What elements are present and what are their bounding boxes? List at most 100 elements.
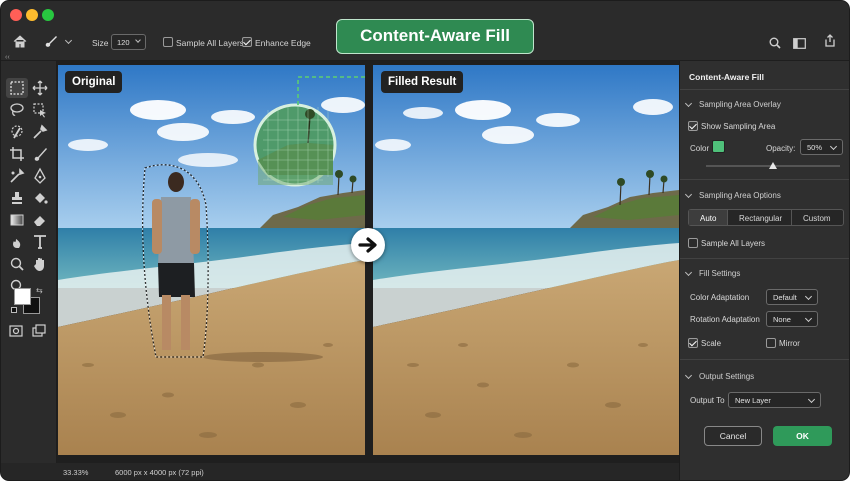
show-sampling-area-label: Show Sampling Area (701, 122, 776, 131)
output-to-value: New Layer (735, 396, 771, 405)
quick-mask-icon[interactable] (7, 322, 25, 340)
type-icon[interactable] (31, 233, 49, 251)
fill-settings-section-title[interactable]: Fill Settings (699, 269, 740, 278)
opacity-dropdown[interactable]: 50% (800, 139, 843, 155)
segment-auto[interactable]: Auto (689, 210, 728, 225)
opacity-slider-track[interactable] (706, 162, 840, 169)
segment-auto-label: Auto (700, 214, 717, 223)
ok-button[interactable]: OK (773, 426, 832, 446)
filled-result-label: Filled Result (381, 71, 464, 93)
color-adaptation-value: Default (773, 293, 797, 302)
opacity-label: Opacity: (766, 144, 796, 153)
output-to-label: Output To (690, 396, 725, 405)
default-colors-icon[interactable] (11, 307, 17, 313)
enhance-edge-label: Enhance Edge (255, 38, 311, 48)
scale-label: Scale (701, 339, 722, 348)
segment-rectangular-label: Rectangular (739, 214, 783, 223)
size-label: Size (92, 38, 109, 48)
home-icon[interactable] (13, 35, 27, 53)
clone-stamp-icon[interactable] (8, 189, 26, 207)
move-icon[interactable] (31, 79, 49, 97)
swap-colors-icon[interactable]: ⇆ (36, 286, 43, 295)
panel-sample-all-layers-checkbox[interactable] (688, 238, 698, 248)
opacity-slider-thumb[interactable] (769, 162, 777, 169)
minimize-window-button[interactable] (26, 9, 38, 21)
gradient-icon[interactable] (8, 211, 26, 229)
filled-result-image (373, 65, 679, 455)
zoom-level[interactable]: 33.33% (63, 468, 88, 477)
panel-title: Content-Aware Fill (689, 72, 764, 82)
share-icon[interactable] (824, 34, 836, 52)
chevron-down-icon[interactable] (684, 99, 693, 108)
show-sampling-area-checkbox[interactable] (688, 121, 698, 131)
sample-all-layers-label: Sample All Layers (176, 38, 245, 48)
paint-bucket-icon[interactable] (31, 189, 49, 207)
sampling-overlay-section-title[interactable]: Sampling Area Overlay (699, 100, 781, 109)
tools-panel: ‹‹ ⇆ (1, 54, 57, 463)
original-image (58, 65, 365, 455)
segment-custom-label: Custom (803, 214, 831, 223)
scale-checkbox[interactable] (688, 338, 698, 348)
rotation-adaptation-dropdown[interactable]: None (766, 311, 818, 327)
foreground-color-swatch[interactable] (14, 288, 31, 305)
brush-icon[interactable] (31, 145, 49, 163)
chevron-down-icon[interactable] (684, 371, 693, 380)
document-dimensions: 6000 px x 4000 px (72 ppi) (115, 468, 204, 477)
close-window-button[interactable] (10, 9, 22, 21)
original-label: Original (65, 71, 123, 93)
enhance-edge-checkbox[interactable] (242, 37, 252, 47)
divider (680, 179, 849, 180)
sample-all-layers-checkbox[interactable] (163, 37, 173, 47)
burn-icon[interactable] (8, 233, 26, 251)
maximize-window-button[interactable] (42, 9, 54, 21)
mirror-checkbox[interactable] (766, 338, 776, 348)
hand-icon[interactable] (31, 255, 49, 273)
eraser-icon[interactable] (31, 211, 49, 229)
output-to-dropdown[interactable]: New Layer (728, 392, 821, 408)
rotation-adaptation-value: None (773, 315, 791, 324)
cancel-button[interactable]: Cancel (704, 426, 762, 446)
output-settings-section-title[interactable]: Output Settings (699, 372, 754, 381)
mirror-label: Mirror (779, 339, 800, 348)
sampling-mode-segmented-control: Auto Rectangular Custom (688, 209, 844, 226)
divider (680, 258, 849, 259)
segment-custom[interactable]: Custom (792, 210, 844, 225)
status-bar: 33.33% 6000 px x 4000 px (72 ppi) (57, 463, 679, 480)
content-aware-fill-callout: Content-Aware Fill (336, 19, 534, 54)
lasso-icon[interactable] (8, 101, 26, 119)
crop-icon[interactable] (8, 145, 26, 163)
screen-mode-icon[interactable] (30, 322, 48, 340)
overlay-color-swatch[interactable] (712, 140, 725, 153)
collapse-toolbar-icon[interactable]: ‹‹ (5, 54, 10, 61)
marquee-icon[interactable] (8, 79, 26, 97)
search-icon[interactable] (769, 36, 781, 54)
chevron-down-icon[interactable] (684, 190, 693, 199)
canvas-area[interactable]: Original Filled Result (57, 61, 679, 463)
chevron-down-icon[interactable] (64, 36, 73, 45)
segment-rectangular[interactable]: Rectangular (728, 210, 792, 225)
rotation-adaptation-label: Rotation Adaptation (690, 315, 760, 324)
color-adaptation-label: Color Adaptation (690, 293, 750, 302)
app-window: Size 120 Sample All Layers Enhance Edge … (0, 0, 850, 481)
panel-sample-all-layers-label: Sample All Layers (701, 239, 766, 248)
quick-select-icon[interactable] (8, 123, 26, 141)
opacity-value: 50% (807, 143, 823, 152)
color-adaptation-dropdown[interactable]: Default (766, 289, 818, 305)
divider (680, 359, 849, 360)
sampling-options-section-title[interactable]: Sampling Area Options (699, 191, 781, 200)
divider (680, 89, 849, 90)
eyedropper-icon[interactable] (31, 123, 49, 141)
pen-icon[interactable] (31, 167, 49, 185)
chevron-down-icon[interactable] (684, 268, 693, 277)
size-field[interactable]: 120 (111, 34, 146, 50)
healing-icon[interactable] (8, 167, 26, 185)
panels-icon[interactable] (793, 36, 806, 54)
status-bar-left (1, 463, 57, 480)
size-value: 120 (117, 38, 130, 47)
object-select-icon[interactable] (31, 101, 49, 119)
brush-preset-icon[interactable] (43, 34, 59, 53)
color-label: Color (690, 144, 710, 153)
arrow-right-icon (351, 228, 385, 262)
top-bar: Size 120 Sample All Layers Enhance Edge … (1, 1, 849, 61)
zoom-icon[interactable] (8, 255, 26, 273)
